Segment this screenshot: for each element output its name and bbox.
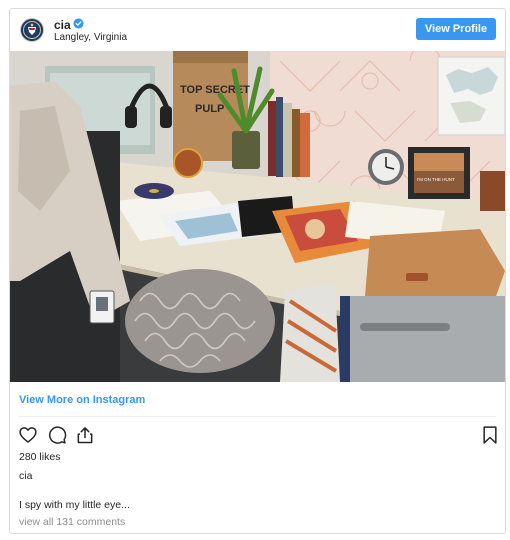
- desk-note: I'M ON THE HUNT: [417, 177, 455, 182]
- view-more-on-instagram-link[interactable]: View More on Instagram: [19, 394, 145, 406]
- location-link[interactable]: Langley, Virginia: [54, 32, 127, 43]
- instagram-embed-card: cia Langley, Virginia View Profile TOP S…: [9, 8, 506, 534]
- view-comments-link[interactable]: view all 131 comments: [19, 516, 125, 528]
- post-caption: I spy with my little eye...: [19, 499, 130, 511]
- post-photo[interactable]: TOP SECRET PULP I'M ON THE HUNT: [10, 51, 505, 382]
- bag-label-line2: PULP: [195, 103, 224, 115]
- post-header: cia Langley, Virginia View Profile: [10, 9, 505, 51]
- avatar[interactable]: [20, 18, 44, 42]
- share-icon[interactable]: [75, 425, 95, 445]
- likes-count[interactable]: 280 likes: [19, 451, 60, 463]
- heart-icon[interactable]: [18, 425, 38, 445]
- username-link[interactable]: cia: [54, 18, 71, 32]
- divider: [19, 416, 496, 417]
- verified-badge-icon: [73, 18, 84, 29]
- caption-username[interactable]: cia: [19, 470, 32, 482]
- bookmark-icon[interactable]: [480, 425, 500, 445]
- view-profile-button[interactable]: View Profile: [416, 18, 496, 40]
- comment-icon[interactable]: [47, 425, 67, 445]
